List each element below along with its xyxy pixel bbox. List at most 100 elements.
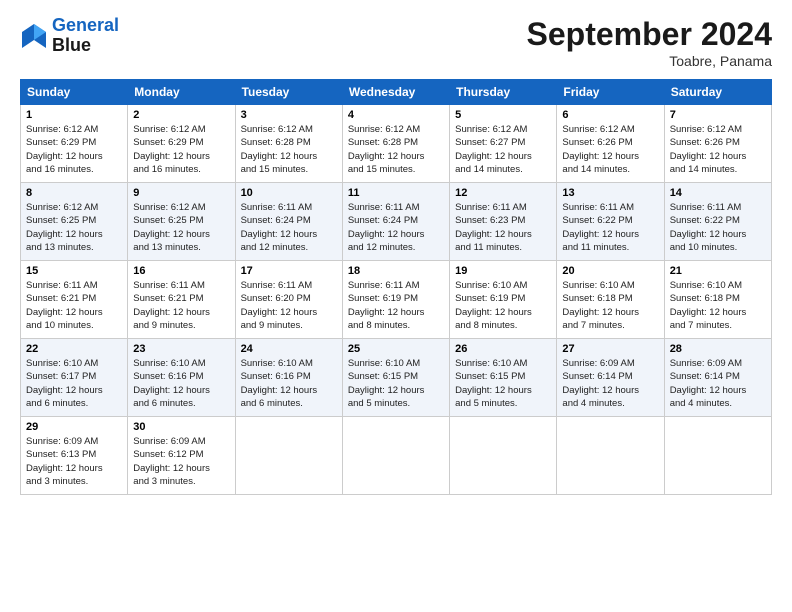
calendar-day-cell: 19 Sunrise: 6:10 AMSunset: 6:19 PMDaylig…	[450, 261, 557, 339]
day-info: Sunrise: 6:09 AMSunset: 6:14 PMDaylight:…	[562, 358, 639, 409]
day-number: 23	[133, 343, 229, 355]
day-number: 22	[26, 343, 122, 355]
calendar-week-row: 1 Sunrise: 6:12 AMSunset: 6:29 PMDayligh…	[21, 105, 772, 183]
day-info: Sunrise: 6:12 AMSunset: 6:25 PMDaylight:…	[26, 202, 103, 253]
col-friday: Friday	[557, 80, 664, 105]
day-info: Sunrise: 6:10 AMSunset: 6:18 PMDaylight:…	[562, 280, 639, 331]
calendar-day-cell: 5 Sunrise: 6:12 AMSunset: 6:27 PMDayligh…	[450, 105, 557, 183]
calendar-header-row: Sunday Monday Tuesday Wednesday Thursday…	[21, 80, 772, 105]
logo-text: GeneralBlue	[52, 16, 119, 56]
day-info: Sunrise: 6:11 AMSunset: 6:21 PMDaylight:…	[26, 280, 103, 331]
calendar-day-cell: 16 Sunrise: 6:11 AMSunset: 6:21 PMDaylig…	[128, 261, 235, 339]
day-number: 26	[455, 343, 551, 355]
calendar-day-cell: 1 Sunrise: 6:12 AMSunset: 6:29 PMDayligh…	[21, 105, 128, 183]
day-number: 5	[455, 109, 551, 121]
day-info: Sunrise: 6:12 AMSunset: 6:29 PMDaylight:…	[133, 124, 210, 175]
day-info: Sunrise: 6:10 AMSunset: 6:18 PMDaylight:…	[670, 280, 747, 331]
calendar-day-cell: 24 Sunrise: 6:10 AMSunset: 6:16 PMDaylig…	[235, 339, 342, 417]
day-number: 17	[241, 265, 337, 277]
day-info: Sunrise: 6:10 AMSunset: 6:17 PMDaylight:…	[26, 358, 103, 409]
day-number: 25	[348, 343, 444, 355]
month-title: September 2024	[527, 16, 772, 53]
col-sunday: Sunday	[21, 80, 128, 105]
day-info: Sunrise: 6:12 AMSunset: 6:28 PMDaylight:…	[348, 124, 425, 175]
day-info: Sunrise: 6:09 AMSunset: 6:12 PMDaylight:…	[133, 436, 210, 487]
day-number: 16	[133, 265, 229, 277]
calendar-day-cell: 18 Sunrise: 6:11 AMSunset: 6:19 PMDaylig…	[342, 261, 449, 339]
day-number: 18	[348, 265, 444, 277]
calendar-day-cell: 9 Sunrise: 6:12 AMSunset: 6:25 PMDayligh…	[128, 183, 235, 261]
day-number: 12	[455, 187, 551, 199]
calendar-day-cell: 12 Sunrise: 6:11 AMSunset: 6:23 PMDaylig…	[450, 183, 557, 261]
calendar-day-cell	[450, 417, 557, 495]
calendar-day-cell: 26 Sunrise: 6:10 AMSunset: 6:15 PMDaylig…	[450, 339, 557, 417]
day-number: 1	[26, 109, 122, 121]
calendar-day-cell: 28 Sunrise: 6:09 AMSunset: 6:14 PMDaylig…	[664, 339, 771, 417]
day-number: 27	[562, 343, 658, 355]
calendar-day-cell: 30 Sunrise: 6:09 AMSunset: 6:12 PMDaylig…	[128, 417, 235, 495]
day-info: Sunrise: 6:10 AMSunset: 6:15 PMDaylight:…	[348, 358, 425, 409]
day-number: 2	[133, 109, 229, 121]
day-info: Sunrise: 6:12 AMSunset: 6:28 PMDaylight:…	[241, 124, 318, 175]
day-number: 19	[455, 265, 551, 277]
calendar-day-cell: 21 Sunrise: 6:10 AMSunset: 6:18 PMDaylig…	[664, 261, 771, 339]
day-info: Sunrise: 6:11 AMSunset: 6:23 PMDaylight:…	[455, 202, 532, 253]
calendar-week-row: 15 Sunrise: 6:11 AMSunset: 6:21 PMDaylig…	[21, 261, 772, 339]
logo-icon	[20, 22, 48, 50]
day-info: Sunrise: 6:11 AMSunset: 6:20 PMDaylight:…	[241, 280, 318, 331]
day-number: 28	[670, 343, 766, 355]
day-info: Sunrise: 6:11 AMSunset: 6:24 PMDaylight:…	[241, 202, 318, 253]
calendar-day-cell: 2 Sunrise: 6:12 AMSunset: 6:29 PMDayligh…	[128, 105, 235, 183]
day-number: 7	[670, 109, 766, 121]
col-monday: Monday	[128, 80, 235, 105]
day-number: 9	[133, 187, 229, 199]
day-info: Sunrise: 6:11 AMSunset: 6:24 PMDaylight:…	[348, 202, 425, 253]
calendar-day-cell: 8 Sunrise: 6:12 AMSunset: 6:25 PMDayligh…	[21, 183, 128, 261]
calendar-day-cell: 20 Sunrise: 6:10 AMSunset: 6:18 PMDaylig…	[557, 261, 664, 339]
calendar-day-cell	[342, 417, 449, 495]
day-number: 29	[26, 421, 122, 433]
day-info: Sunrise: 6:10 AMSunset: 6:15 PMDaylight:…	[455, 358, 532, 409]
day-number: 11	[348, 187, 444, 199]
calendar-day-cell: 3 Sunrise: 6:12 AMSunset: 6:28 PMDayligh…	[235, 105, 342, 183]
calendar-body: 1 Sunrise: 6:12 AMSunset: 6:29 PMDayligh…	[21, 105, 772, 495]
day-number: 24	[241, 343, 337, 355]
col-tuesday: Tuesday	[235, 80, 342, 105]
col-thursday: Thursday	[450, 80, 557, 105]
page: GeneralBlue September 2024 Toabre, Panam…	[0, 0, 792, 612]
day-number: 21	[670, 265, 766, 277]
day-info: Sunrise: 6:09 AMSunset: 6:13 PMDaylight:…	[26, 436, 103, 487]
calendar-day-cell	[557, 417, 664, 495]
day-number: 14	[670, 187, 766, 199]
day-info: Sunrise: 6:12 AMSunset: 6:27 PMDaylight:…	[455, 124, 532, 175]
day-number: 3	[241, 109, 337, 121]
day-number: 8	[26, 187, 122, 199]
location: Toabre, Panama	[527, 53, 772, 69]
day-number: 20	[562, 265, 658, 277]
day-info: Sunrise: 6:11 AMSunset: 6:21 PMDaylight:…	[133, 280, 210, 331]
day-number: 10	[241, 187, 337, 199]
calendar-day-cell: 17 Sunrise: 6:11 AMSunset: 6:20 PMDaylig…	[235, 261, 342, 339]
day-info: Sunrise: 6:11 AMSunset: 6:22 PMDaylight:…	[670, 202, 747, 253]
calendar-week-row: 8 Sunrise: 6:12 AMSunset: 6:25 PMDayligh…	[21, 183, 772, 261]
calendar-day-cell: 29 Sunrise: 6:09 AMSunset: 6:13 PMDaylig…	[21, 417, 128, 495]
calendar-day-cell: 10 Sunrise: 6:11 AMSunset: 6:24 PMDaylig…	[235, 183, 342, 261]
title-block: September 2024 Toabre, Panama	[527, 16, 772, 69]
calendar-day-cell: 14 Sunrise: 6:11 AMSunset: 6:22 PMDaylig…	[664, 183, 771, 261]
day-number: 15	[26, 265, 122, 277]
calendar-day-cell: 7 Sunrise: 6:12 AMSunset: 6:26 PMDayligh…	[664, 105, 771, 183]
col-wednesday: Wednesday	[342, 80, 449, 105]
day-number: 13	[562, 187, 658, 199]
calendar-day-cell: 15 Sunrise: 6:11 AMSunset: 6:21 PMDaylig…	[21, 261, 128, 339]
day-info: Sunrise: 6:12 AMSunset: 6:26 PMDaylight:…	[562, 124, 639, 175]
calendar-day-cell: 27 Sunrise: 6:09 AMSunset: 6:14 PMDaylig…	[557, 339, 664, 417]
header: GeneralBlue September 2024 Toabre, Panam…	[20, 16, 772, 69]
calendar-week-row: 29 Sunrise: 6:09 AMSunset: 6:13 PMDaylig…	[21, 417, 772, 495]
calendar-day-cell: 4 Sunrise: 6:12 AMSunset: 6:28 PMDayligh…	[342, 105, 449, 183]
day-number: 30	[133, 421, 229, 433]
calendar-day-cell	[235, 417, 342, 495]
day-info: Sunrise: 6:11 AMSunset: 6:22 PMDaylight:…	[562, 202, 639, 253]
calendar-day-cell: 6 Sunrise: 6:12 AMSunset: 6:26 PMDayligh…	[557, 105, 664, 183]
calendar-day-cell: 13 Sunrise: 6:11 AMSunset: 6:22 PMDaylig…	[557, 183, 664, 261]
day-info: Sunrise: 6:10 AMSunset: 6:19 PMDaylight:…	[455, 280, 532, 331]
